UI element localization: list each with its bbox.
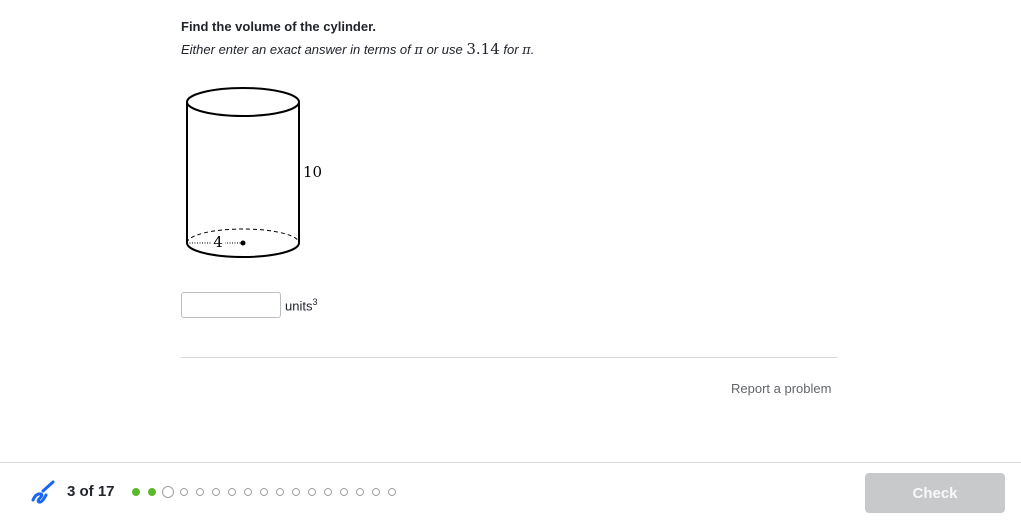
answer-row: units3 [181,291,317,319]
center-point [240,240,246,246]
answer-input[interactable] [181,292,281,318]
progress-dot-pending [308,488,316,496]
progress-dot-pending [292,488,300,496]
report-problem-link[interactable]: Report a problem [731,381,831,396]
cylinder-diagram: 4 10 [186,87,322,258]
instruction-prefix: Either enter an exact answer in terms of [181,42,411,57]
units-text: units [285,298,313,314]
progress-dot-pending [260,488,268,496]
progress-dot-current [162,486,174,498]
instruction-end: . [530,42,535,57]
progress-dot-pending [340,488,348,496]
progress-dot-pending [388,488,396,496]
progress-dot-pending [276,488,284,496]
progress-dot-pending [228,488,236,496]
radius-label: 4 [213,233,223,251]
question-title: Find the volume of the cylinder. [181,19,377,34]
progress-dot-pending [244,488,252,496]
progress-dot-pending [372,488,380,496]
progress-dot-completed [148,488,156,496]
cylinder-figure: 4 10 [180,84,330,264]
check-button[interactable]: Check [865,473,1005,513]
progress-dot-pending [196,488,204,496]
progress-dot-completed [132,488,140,496]
pi-symbol-2: π [522,43,531,58]
progress-dot-pending [212,488,220,496]
progress-dot-pending [180,488,188,496]
units-label: units3 [285,297,317,313]
pi-approx: 3.14 [466,40,500,58]
cylinder-top-ellipse [186,87,300,117]
exercise-page: Find the volume of the cylinder. Either … [0,0,1021,522]
instruction-for: for [503,42,519,57]
height-label: 10 [303,163,322,181]
footer-bar: 3 of 17 Check [0,462,1021,522]
exercise-logo-icon [30,479,56,505]
instruction-middle: or use [426,42,463,57]
progress-dots [132,486,404,498]
progress-dot-pending [324,488,332,496]
question-instruction: Either enter an exact answer in terms of… [181,40,534,58]
divider [181,357,837,358]
units-exponent: 3 [312,296,318,307]
pi-symbol: π [414,43,423,58]
progress-text: 3 of 17 [67,483,115,500]
progress-dot-pending [356,488,364,496]
